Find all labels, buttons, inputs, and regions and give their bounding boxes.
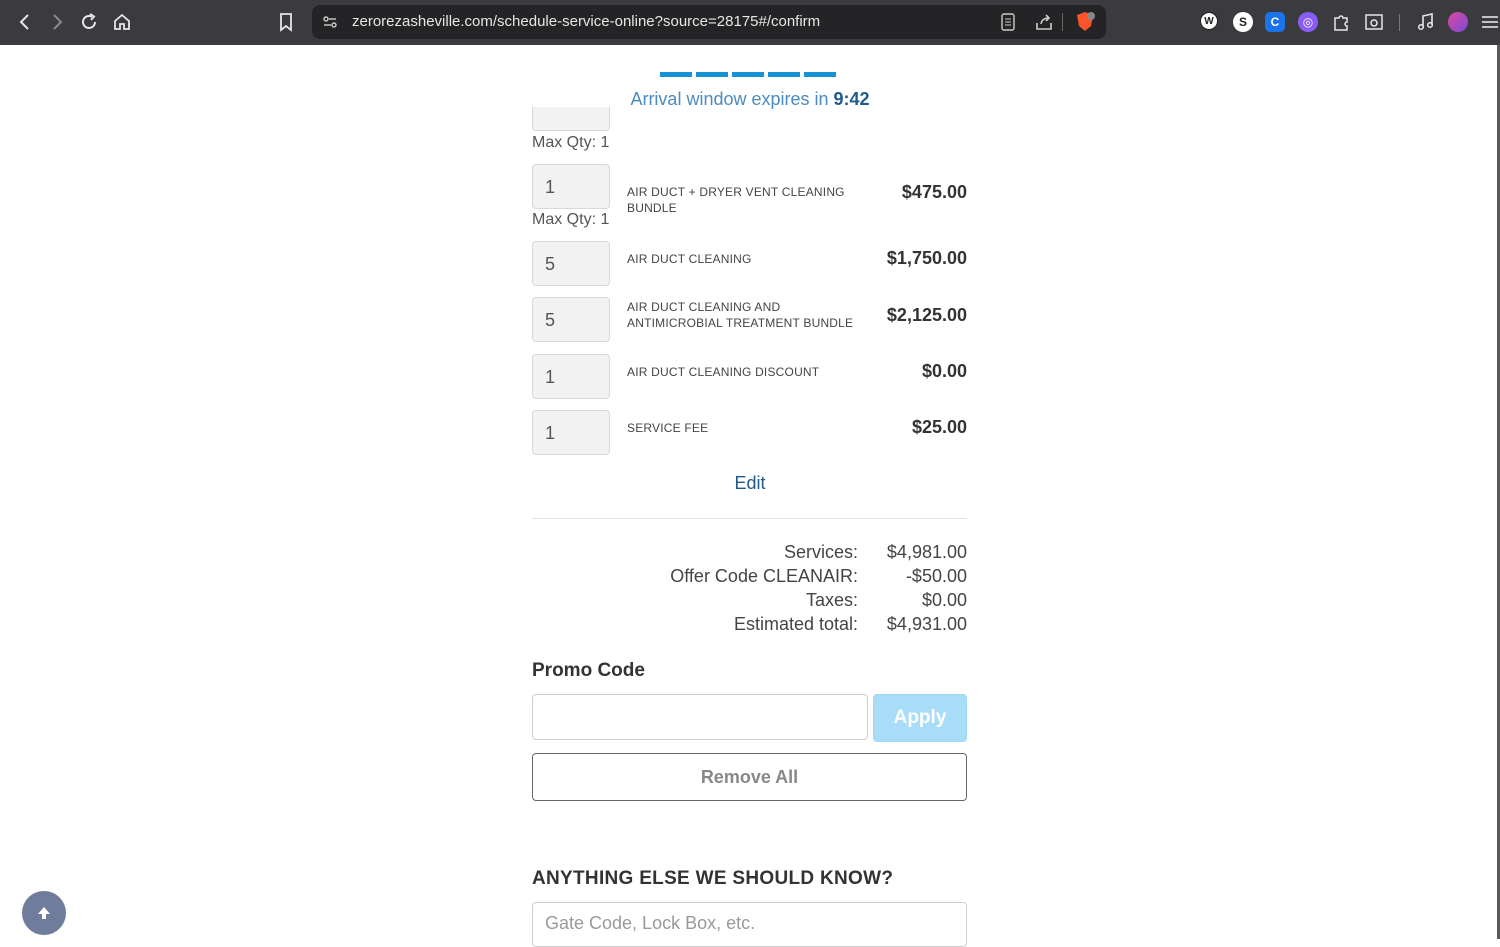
remove-all-button[interactable]: Remove All	[532, 753, 967, 801]
browser-toolbar: zerorezasheville.com/schedule-service-on…	[0, 0, 1500, 45]
reload-icon[interactable]	[75, 8, 103, 36]
toolbar-divider	[1399, 14, 1400, 31]
apply-button[interactable]: Apply	[873, 694, 967, 742]
taxes-label: Taxes:	[805, 590, 858, 610]
profile-icon[interactable]	[1448, 12, 1468, 32]
item-price: $2,125.00	[886, 305, 967, 325]
taxes-value: $0.00	[921, 590, 967, 610]
quantity-input[interactable]: 5	[532, 241, 610, 286]
max-qty-label: Max Qty: 1	[532, 211, 610, 228]
c-extension-icon[interactable]: C	[1265, 12, 1285, 32]
share-icon[interactable]	[1034, 12, 1054, 37]
edit-link[interactable]: Edit	[0, 473, 1500, 494]
offer-code-label: Offer Code CLEANAIR:	[670, 566, 858, 586]
scroll-to-top-button[interactable]	[22, 891, 66, 935]
menu-icon[interactable]	[1480, 12, 1500, 32]
services-value: $4,981.00	[886, 542, 967, 562]
url-text: zerorezasheville.com/schedule-service-on…	[352, 13, 821, 30]
reader-mode-icon[interactable]	[1000, 13, 1016, 36]
arrow-up-icon	[38, 907, 50, 919]
forward-icon[interactable]	[43, 8, 71, 36]
music-icon[interactable]	[1416, 12, 1436, 32]
s-extension-icon[interactable]: S	[1233, 12, 1253, 32]
quantity-input-partial[interactable]	[532, 107, 610, 131]
wikipedia-icon[interactable]: W	[1200, 12, 1218, 30]
services-label: Services:	[783, 542, 858, 562]
vpn-extension-icon[interactable]: ◎	[1298, 12, 1318, 32]
progress-step	[732, 72, 764, 77]
progress-step	[768, 72, 800, 77]
promo-code-input[interactable]	[532, 694, 868, 740]
estimated-total-value: $4,931.00	[886, 614, 967, 634]
max-qty-label: Max Qty: 1	[532, 134, 610, 151]
quantity-input[interactable]: 1	[532, 164, 610, 209]
notes-input[interactable]: Gate Code, Lock Box, etc.	[532, 902, 967, 947]
home-icon[interactable]	[108, 8, 136, 36]
progress-step	[696, 72, 728, 77]
promo-code-title: Promo Code	[532, 660, 645, 681]
quantity-input[interactable]: 1	[532, 410, 610, 455]
offer-code-value: -$50.00	[905, 566, 967, 586]
item-name: SERVICE FEE	[627, 421, 709, 435]
summary-divider	[532, 518, 967, 519]
address-bar[interactable]: zerorezasheville.com/schedule-service-on…	[312, 5, 1106, 39]
bookmark-icon[interactable]	[272, 8, 300, 36]
notes-title: ANYTHING ELSE WE SHOULD KNOW?	[532, 868, 894, 889]
item-name: AIR DUCT + DRYER VENT CLEANING BUNDLE	[627, 185, 845, 215]
item-price: $0.00	[921, 361, 967, 381]
divider	[1062, 13, 1063, 31]
tab-search-icon[interactable]	[1364, 12, 1384, 32]
arrival-text: Arrival window expires in	[630, 89, 834, 109]
item-name: AIR DUCT CLEANING DISCOUNT	[627, 365, 820, 379]
brave-shield-icon[interactable]	[1074, 11, 1096, 38]
progress-step	[804, 72, 836, 77]
arrival-time: 9:42	[833, 89, 870, 109]
arrival-window-timer: Arrival window expires in 9:42	[0, 89, 1500, 110]
quantity-input[interactable]: 1	[532, 354, 610, 399]
item-price: $1,750.00	[886, 248, 967, 268]
item-price: $25.00	[911, 417, 967, 437]
item-name: AIR DUCT CLEANING AND ANTIMICROBIAL TREA…	[627, 300, 854, 330]
quantity-input[interactable]: 5	[532, 297, 610, 342]
progress-step	[660, 72, 692, 77]
site-settings-icon[interactable]	[322, 14, 338, 35]
estimated-total-label: Estimated total:	[733, 614, 858, 634]
item-name: AIR DUCT CLEANING	[627, 252, 752, 266]
item-price: $475.00	[901, 182, 967, 202]
puzzle-icon[interactable]	[1331, 12, 1351, 32]
back-icon[interactable]	[11, 8, 39, 36]
